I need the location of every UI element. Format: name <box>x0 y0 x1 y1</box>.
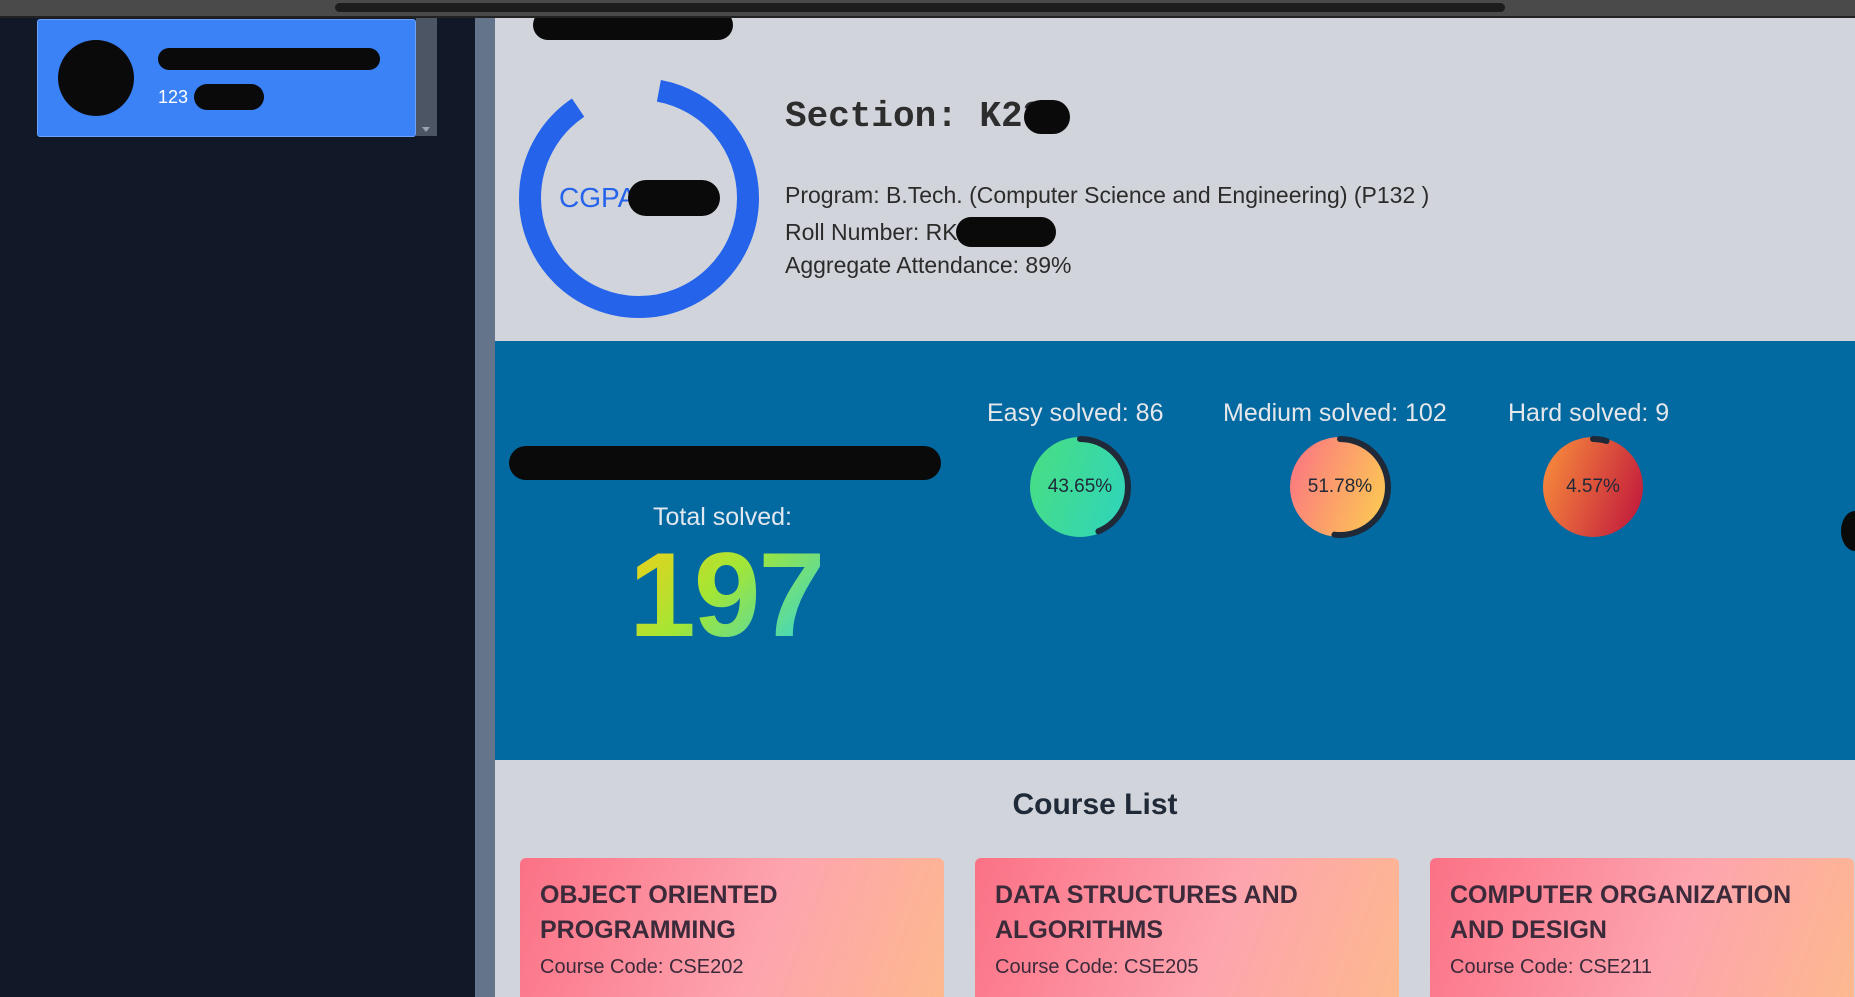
course-code: Course Code: CSE205 <box>995 956 1199 978</box>
main-content: CGPA Section: K23 Program: B.Tech. (Comp… <box>495 18 1855 997</box>
avatar <box>58 40 134 116</box>
redaction-mask <box>533 18 733 40</box>
section-text: Section: K23 <box>785 96 1045 137</box>
program-text: Program: B.Tech. (Computer Science and E… <box>785 182 1430 208</box>
course-card[interactable]: DATA STRUCTURES AND ALGORITHMS Course Co… <box>975 858 1399 997</box>
user-card[interactable]: 123 <box>37 19 416 137</box>
redaction-mask <box>628 180 721 216</box>
program-line: Program: B.Tech. (Computer Science and E… <box>785 182 1429 209</box>
course-name: OBJECT ORIENTED PROGRAMMING <box>540 881 778 944</box>
course-code: Course Code: CSE202 <box>540 956 744 978</box>
attendance-text: Aggregate Attendance: 89% <box>785 252 1072 278</box>
easy-percent: 43.65% <box>1047 476 1113 497</box>
horizontal-scrollbar[interactable] <box>335 3 1505 12</box>
panel-divider <box>475 18 495 997</box>
hard-progress-circle: 4.57% <box>1541 435 1645 539</box>
redaction-mask <box>509 446 941 480</box>
window-top-bar <box>0 0 1855 18</box>
user-id-prefix: 123 <box>158 86 189 107</box>
redaction-mask <box>956 217 1057 247</box>
medium-percent: 51.78% <box>1307 476 1373 497</box>
sidebar-scrollbar[interactable] <box>416 18 437 136</box>
hard-percent: 4.57% <box>1566 476 1620 497</box>
sidebar: 123 <box>0 18 475 997</box>
course-name: DATA STRUCTURES AND ALGORITHMS <box>995 881 1298 944</box>
course-name: COMPUTER ORGANIZATION AND DESIGN <box>1450 881 1792 944</box>
user-id: 123 <box>158 84 265 110</box>
cgpa-text: CGPA <box>559 182 637 213</box>
leetcode-stats-panel: Total solved: 197 Easy solved: 86 43.65%… <box>495 341 1855 760</box>
redaction-mask <box>194 84 265 110</box>
medium-solved-label: Medium solved: 102 <box>1223 399 1447 427</box>
course-code: Course Code: CSE211 <box>1450 956 1652 978</box>
attendance-line: Aggregate Attendance: 89% <box>785 252 1071 279</box>
course-card[interactable]: OBJECT ORIENTED PROGRAMMING Course Code:… <box>520 858 944 997</box>
cgpa-label: CGPA <box>559 180 721 216</box>
course-list-heading: Course List <box>1012 788 1178 821</box>
course-card[interactable]: COMPUTER ORGANIZATION AND DESIGN Course … <box>1430 858 1854 997</box>
redaction-mask <box>1024 99 1071 134</box>
roll-number-text: Roll Number: RK2 <box>785 218 971 245</box>
total-solved-value: 197 <box>629 528 825 662</box>
section-title: Section: K23 <box>785 96 1071 137</box>
user-name-redacted <box>158 48 380 70</box>
scroll-indicator[interactable] <box>1841 511 1855 551</box>
easy-solved-label: Easy solved: 86 <box>987 399 1164 427</box>
roll-number-line: Roll Number: RK2 <box>785 217 1057 247</box>
medium-progress-circle: 51.78% <box>1288 435 1392 539</box>
easy-progress-circle: 43.65% <box>1028 435 1132 539</box>
hard-solved-label: Hard solved: 9 <box>1508 399 1670 427</box>
